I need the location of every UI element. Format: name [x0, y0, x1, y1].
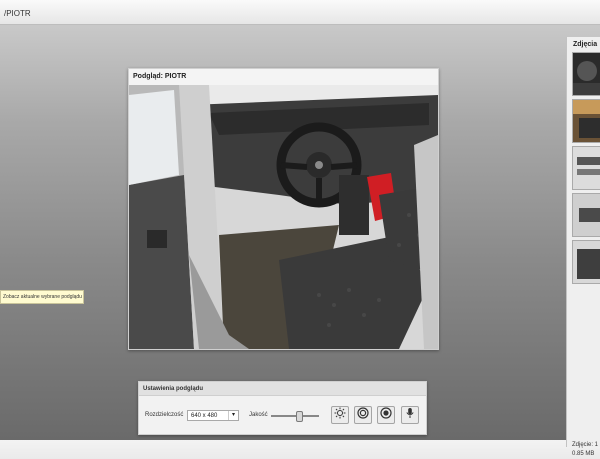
- quality-slider-thumb[interactable]: [295, 411, 303, 422]
- preview-settings-panel: Ustawienia podglądu Rozdzielczość 640 x …: [138, 381, 427, 435]
- thumbnail[interactable]: [572, 193, 600, 237]
- brightness-button[interactable]: [331, 406, 349, 424]
- microphone-button[interactable]: [401, 406, 419, 424]
- tooltip: Zobacz aktualne wybrane podglądu: [0, 290, 84, 304]
- quality-label: Jakość: [249, 412, 268, 418]
- photo-caption: Zdjęcie: 1 0.85 MB: [572, 441, 598, 459]
- camera-preview-image[interactable]: [129, 85, 438, 349]
- brightness-icon: [334, 406, 346, 424]
- thumbnail[interactable]: [572, 52, 600, 96]
- preview-window: Podgląd: PIOTR: [128, 68, 439, 350]
- window-title: /PIOTR: [4, 9, 31, 18]
- chevron-down-icon[interactable]: ▾: [228, 411, 238, 420]
- photo-number: Zdjęcie: 1: [572, 442, 599, 448]
- photo-size: 0.85 MB: [572, 451, 595, 457]
- lens-button[interactable]: [354, 406, 372, 424]
- thumbnail[interactable]: [572, 99, 600, 143]
- thumbnail[interactable]: [572, 240, 600, 284]
- thumbnail[interactable]: [572, 146, 600, 190]
- capture-button[interactable]: [377, 406, 395, 424]
- lens-icon: [357, 406, 369, 424]
- settings-title: Ustawienia podglądu: [139, 382, 426, 396]
- resolution-select[interactable]: 640 x 480 ▾: [187, 410, 239, 421]
- window-titlebar: /PIOTR: [0, 0, 600, 25]
- resolution-label: Rozdzielczość: [145, 412, 184, 418]
- camera-lens-icon: [380, 406, 392, 424]
- microphone-icon: [404, 406, 416, 424]
- thumbnail-list: [572, 52, 600, 287]
- photos-side-panel: Zdjęcia Zdjęcie: 1 0.85 MB: [566, 37, 600, 457]
- resolution-value: 640 x 480: [191, 413, 218, 419]
- side-panel-title: Zdjęcia: [573, 41, 598, 48]
- preview-title: Podgląd: PIOTR: [133, 73, 187, 80]
